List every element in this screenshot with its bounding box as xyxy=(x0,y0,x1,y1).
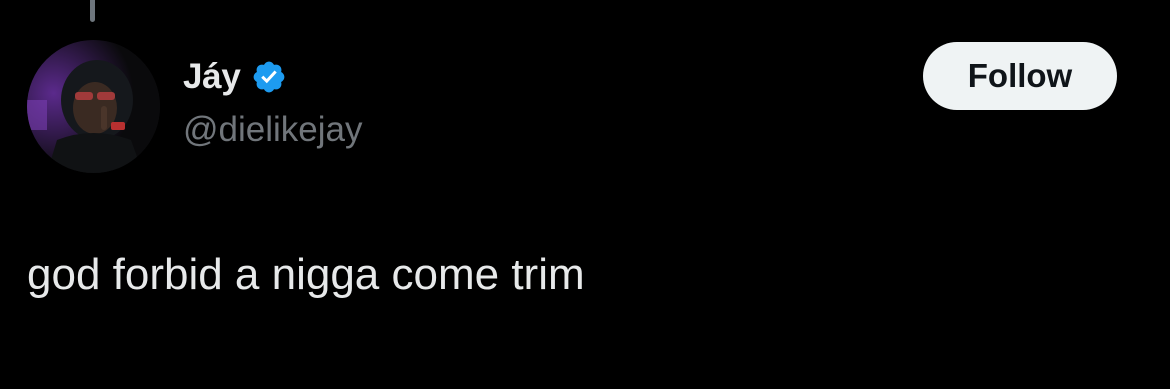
thread-connector-line xyxy=(90,0,95,22)
display-name[interactable]: Jáy xyxy=(183,57,241,97)
follow-button[interactable]: Follow xyxy=(923,42,1117,110)
avatar[interactable] xyxy=(27,40,160,173)
tweet-text: god forbid a nigga come trim xyxy=(27,250,585,299)
verified-badge-icon xyxy=(253,61,284,93)
author-name-row: Jáy xyxy=(183,55,287,99)
author-handle[interactable]: @dielikejay xyxy=(183,110,363,150)
avatar-image xyxy=(27,40,160,173)
